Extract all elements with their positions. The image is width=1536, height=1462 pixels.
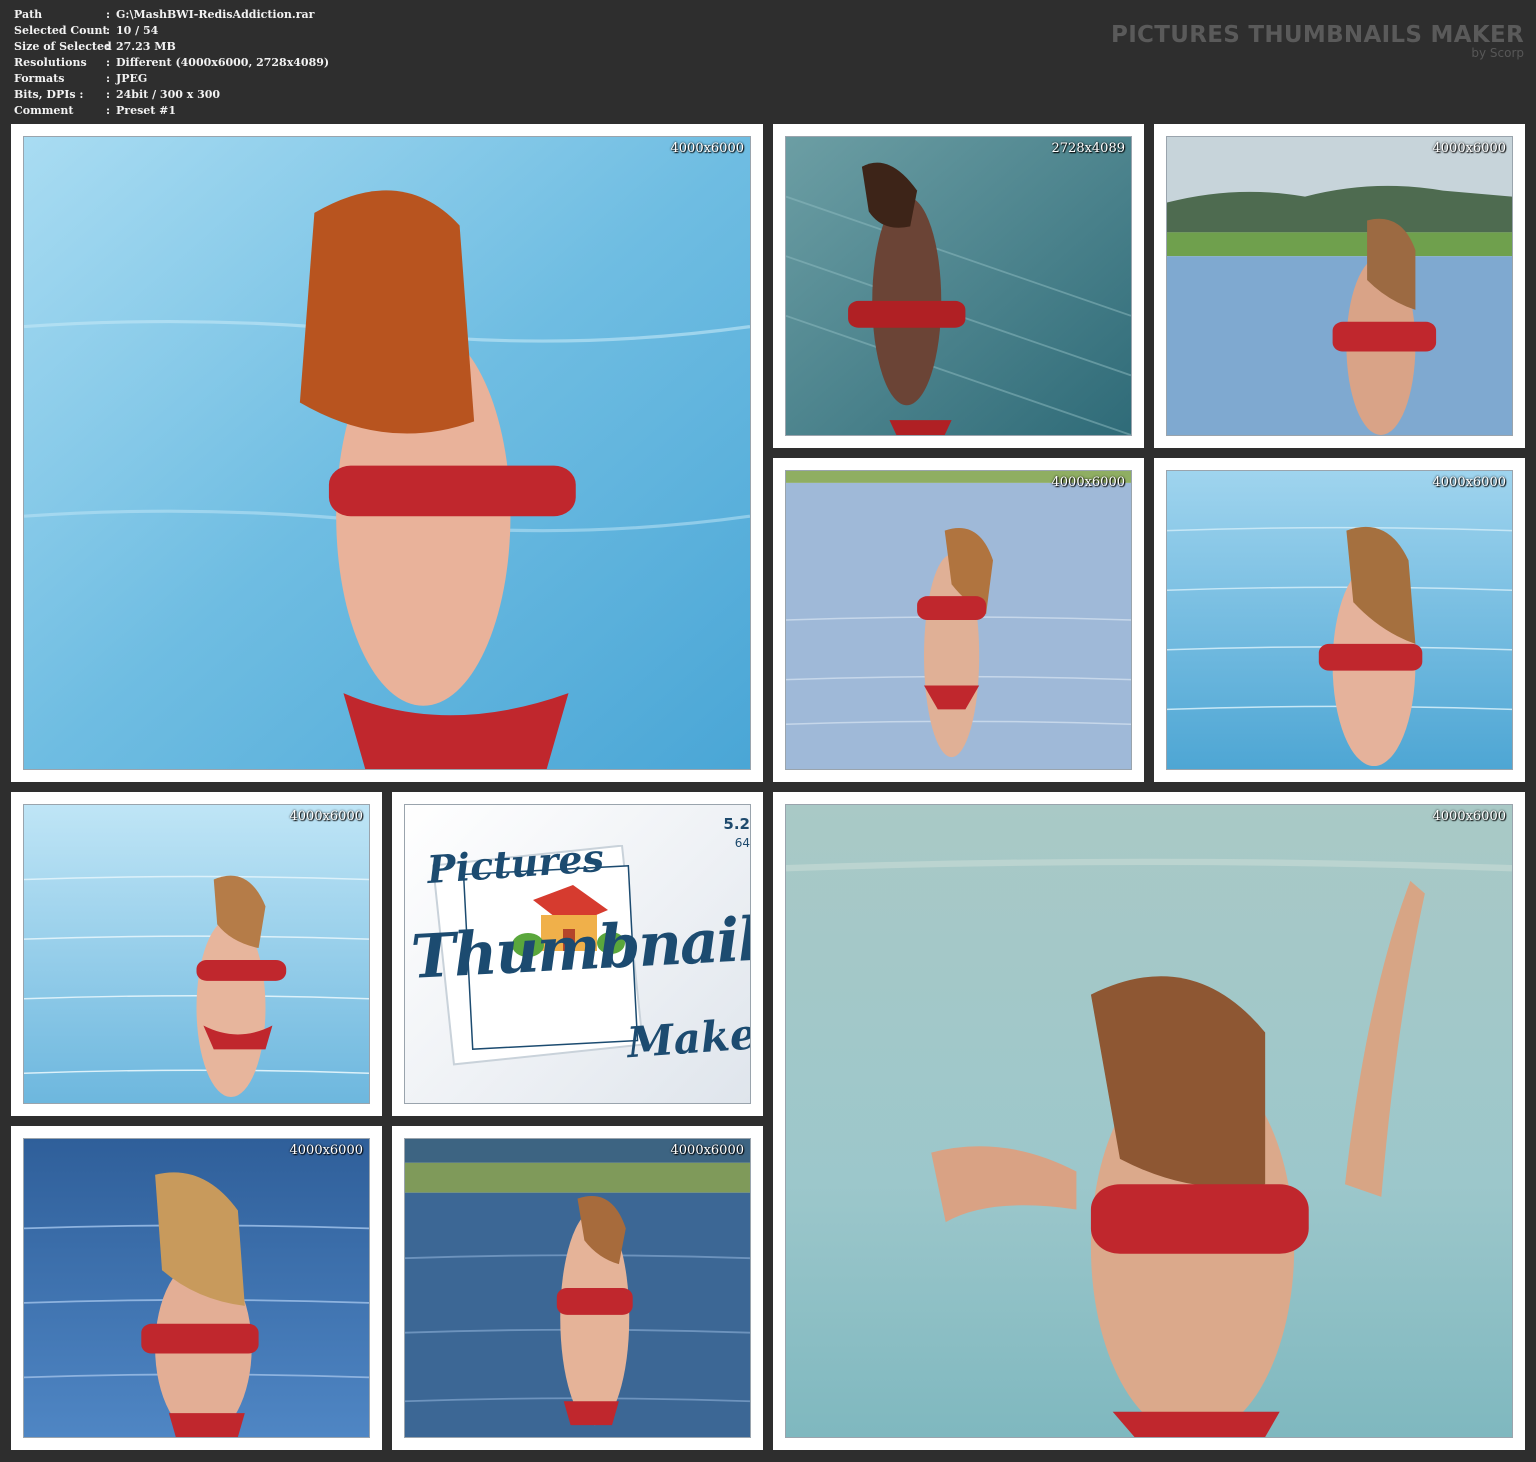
info-value: JPEG bbox=[116, 72, 148, 85]
info-value: 27.23 MB bbox=[116, 40, 176, 53]
photo-3: 4000x6000 bbox=[1166, 136, 1513, 436]
info-key: Selected Count bbox=[14, 24, 108, 37]
info-separator: : bbox=[106, 24, 111, 37]
info-row-size: Size of Selected : 27.23 MB bbox=[14, 39, 329, 55]
info-separator: : bbox=[106, 56, 111, 69]
info-key: Size of Selected bbox=[14, 40, 112, 53]
photo-7-image bbox=[786, 805, 1512, 1437]
info-separator: : bbox=[106, 88, 111, 101]
brand-watermark: PICTURES THUMBNAILS MAKER by Scorp bbox=[1111, 22, 1524, 59]
logo-version: 5.2 bbox=[723, 815, 750, 833]
photo-7: 4000x6000 bbox=[785, 804, 1513, 1438]
resolution-label: 4000x6000 bbox=[289, 1143, 364, 1158]
thumbnail-8[interactable]: 4000x6000 bbox=[11, 1126, 382, 1450]
photo-1-image bbox=[24, 137, 750, 769]
photo-2: 2728x4089 bbox=[785, 136, 1132, 436]
resolution-label: 4000x6000 bbox=[1051, 475, 1126, 490]
info-row-comment: Comment : Preset #1 bbox=[14, 103, 329, 119]
photo-4-image bbox=[786, 471, 1131, 769]
info-value: G:\MashBWI-RedisAddiction.rar bbox=[116, 8, 315, 21]
logo-word-maker: Maker bbox=[625, 1007, 751, 1068]
thumbnail-7[interactable]: 4000x6000 bbox=[773, 792, 1525, 1450]
resolution-label: 4000x6000 bbox=[670, 141, 745, 156]
info-separator: : bbox=[106, 40, 111, 53]
resolution-label: 4000x6000 bbox=[289, 809, 364, 824]
thumbnail-9[interactable]: 4000x6000 bbox=[392, 1126, 763, 1450]
info-value: Preset #1 bbox=[116, 104, 177, 117]
info-key: Resolutions bbox=[14, 56, 87, 69]
resolution-label: 4000x6000 bbox=[1432, 141, 1507, 156]
photo-1: 4000x6000 bbox=[23, 136, 751, 770]
photo-6: 4000x6000 bbox=[23, 804, 370, 1104]
thumbnail-2[interactable]: 2728x4089 bbox=[773, 124, 1144, 448]
info-row-path: Path : G:\MashBWI-RedisAddiction.rar bbox=[14, 7, 329, 23]
photo-3-image bbox=[1167, 137, 1512, 435]
info-value: Different (4000x6000, 2728x4089) bbox=[116, 56, 330, 69]
thumbnail-6[interactable]: 4000x6000 bbox=[11, 792, 382, 1116]
info-value: 10 / 54 bbox=[116, 24, 159, 37]
thumbnail-3[interactable]: 4000x6000 bbox=[1154, 124, 1525, 448]
photo-9-image bbox=[405, 1139, 750, 1437]
resolution-label: 4000x6000 bbox=[1432, 475, 1507, 490]
thumbnail-1[interactable]: 4000x6000 bbox=[11, 124, 763, 782]
thumbnail-5[interactable]: 4000x6000 bbox=[1154, 458, 1525, 782]
info-row-count: Selected Count : 10 / 54 bbox=[14, 23, 329, 39]
logo-bits: 64 bbox=[734, 836, 750, 850]
program-logo: 5.2 64 Pictures Thumbnails Maker bbox=[404, 804, 751, 1104]
info-value: 24bit / 300 x 300 bbox=[116, 88, 221, 101]
photo-6-image bbox=[24, 805, 369, 1103]
brand-subtitle: by Scorp bbox=[1471, 46, 1524, 60]
info-row-resolutions: Resolutions : Different (4000x6000, 2728… bbox=[14, 55, 329, 71]
thumbnail-4[interactable]: 4000x6000 bbox=[773, 458, 1144, 782]
info-key: Bits, DPIs : bbox=[14, 88, 84, 101]
photo-5-image bbox=[1167, 471, 1512, 769]
resolution-label: 4000x6000 bbox=[670, 1143, 745, 1158]
info-row-bits: Bits, DPIs : : 24bit / 300 x 300 bbox=[14, 87, 329, 103]
resolution-label: 4000x6000 bbox=[1432, 809, 1507, 824]
photo-2-image bbox=[786, 137, 1131, 435]
info-key: Path bbox=[14, 8, 43, 21]
info-panel: Path : G:\MashBWI-RedisAddiction.rar Sel… bbox=[14, 7, 329, 119]
resolution-label: 2728x4089 bbox=[1051, 141, 1126, 156]
photo-9: 4000x6000 bbox=[404, 1138, 751, 1438]
info-separator: : bbox=[106, 72, 111, 85]
photo-8: 4000x6000 bbox=[23, 1138, 370, 1438]
info-key: Comment bbox=[14, 104, 74, 117]
info-separator: : bbox=[106, 8, 111, 21]
info-key: Formats bbox=[14, 72, 65, 85]
info-separator: : bbox=[106, 104, 111, 117]
program-logo-tile[interactable]: 5.2 64 Pictures Thumbnails Maker bbox=[392, 792, 763, 1116]
photo-5: 4000x6000 bbox=[1166, 470, 1513, 770]
photo-4: 4000x6000 bbox=[785, 470, 1132, 770]
photo-8-image bbox=[24, 1139, 369, 1437]
brand-title: PICTURES THUMBNAILS MAKER bbox=[1111, 22, 1524, 48]
info-row-formats: Formats : JPEG bbox=[14, 71, 329, 87]
